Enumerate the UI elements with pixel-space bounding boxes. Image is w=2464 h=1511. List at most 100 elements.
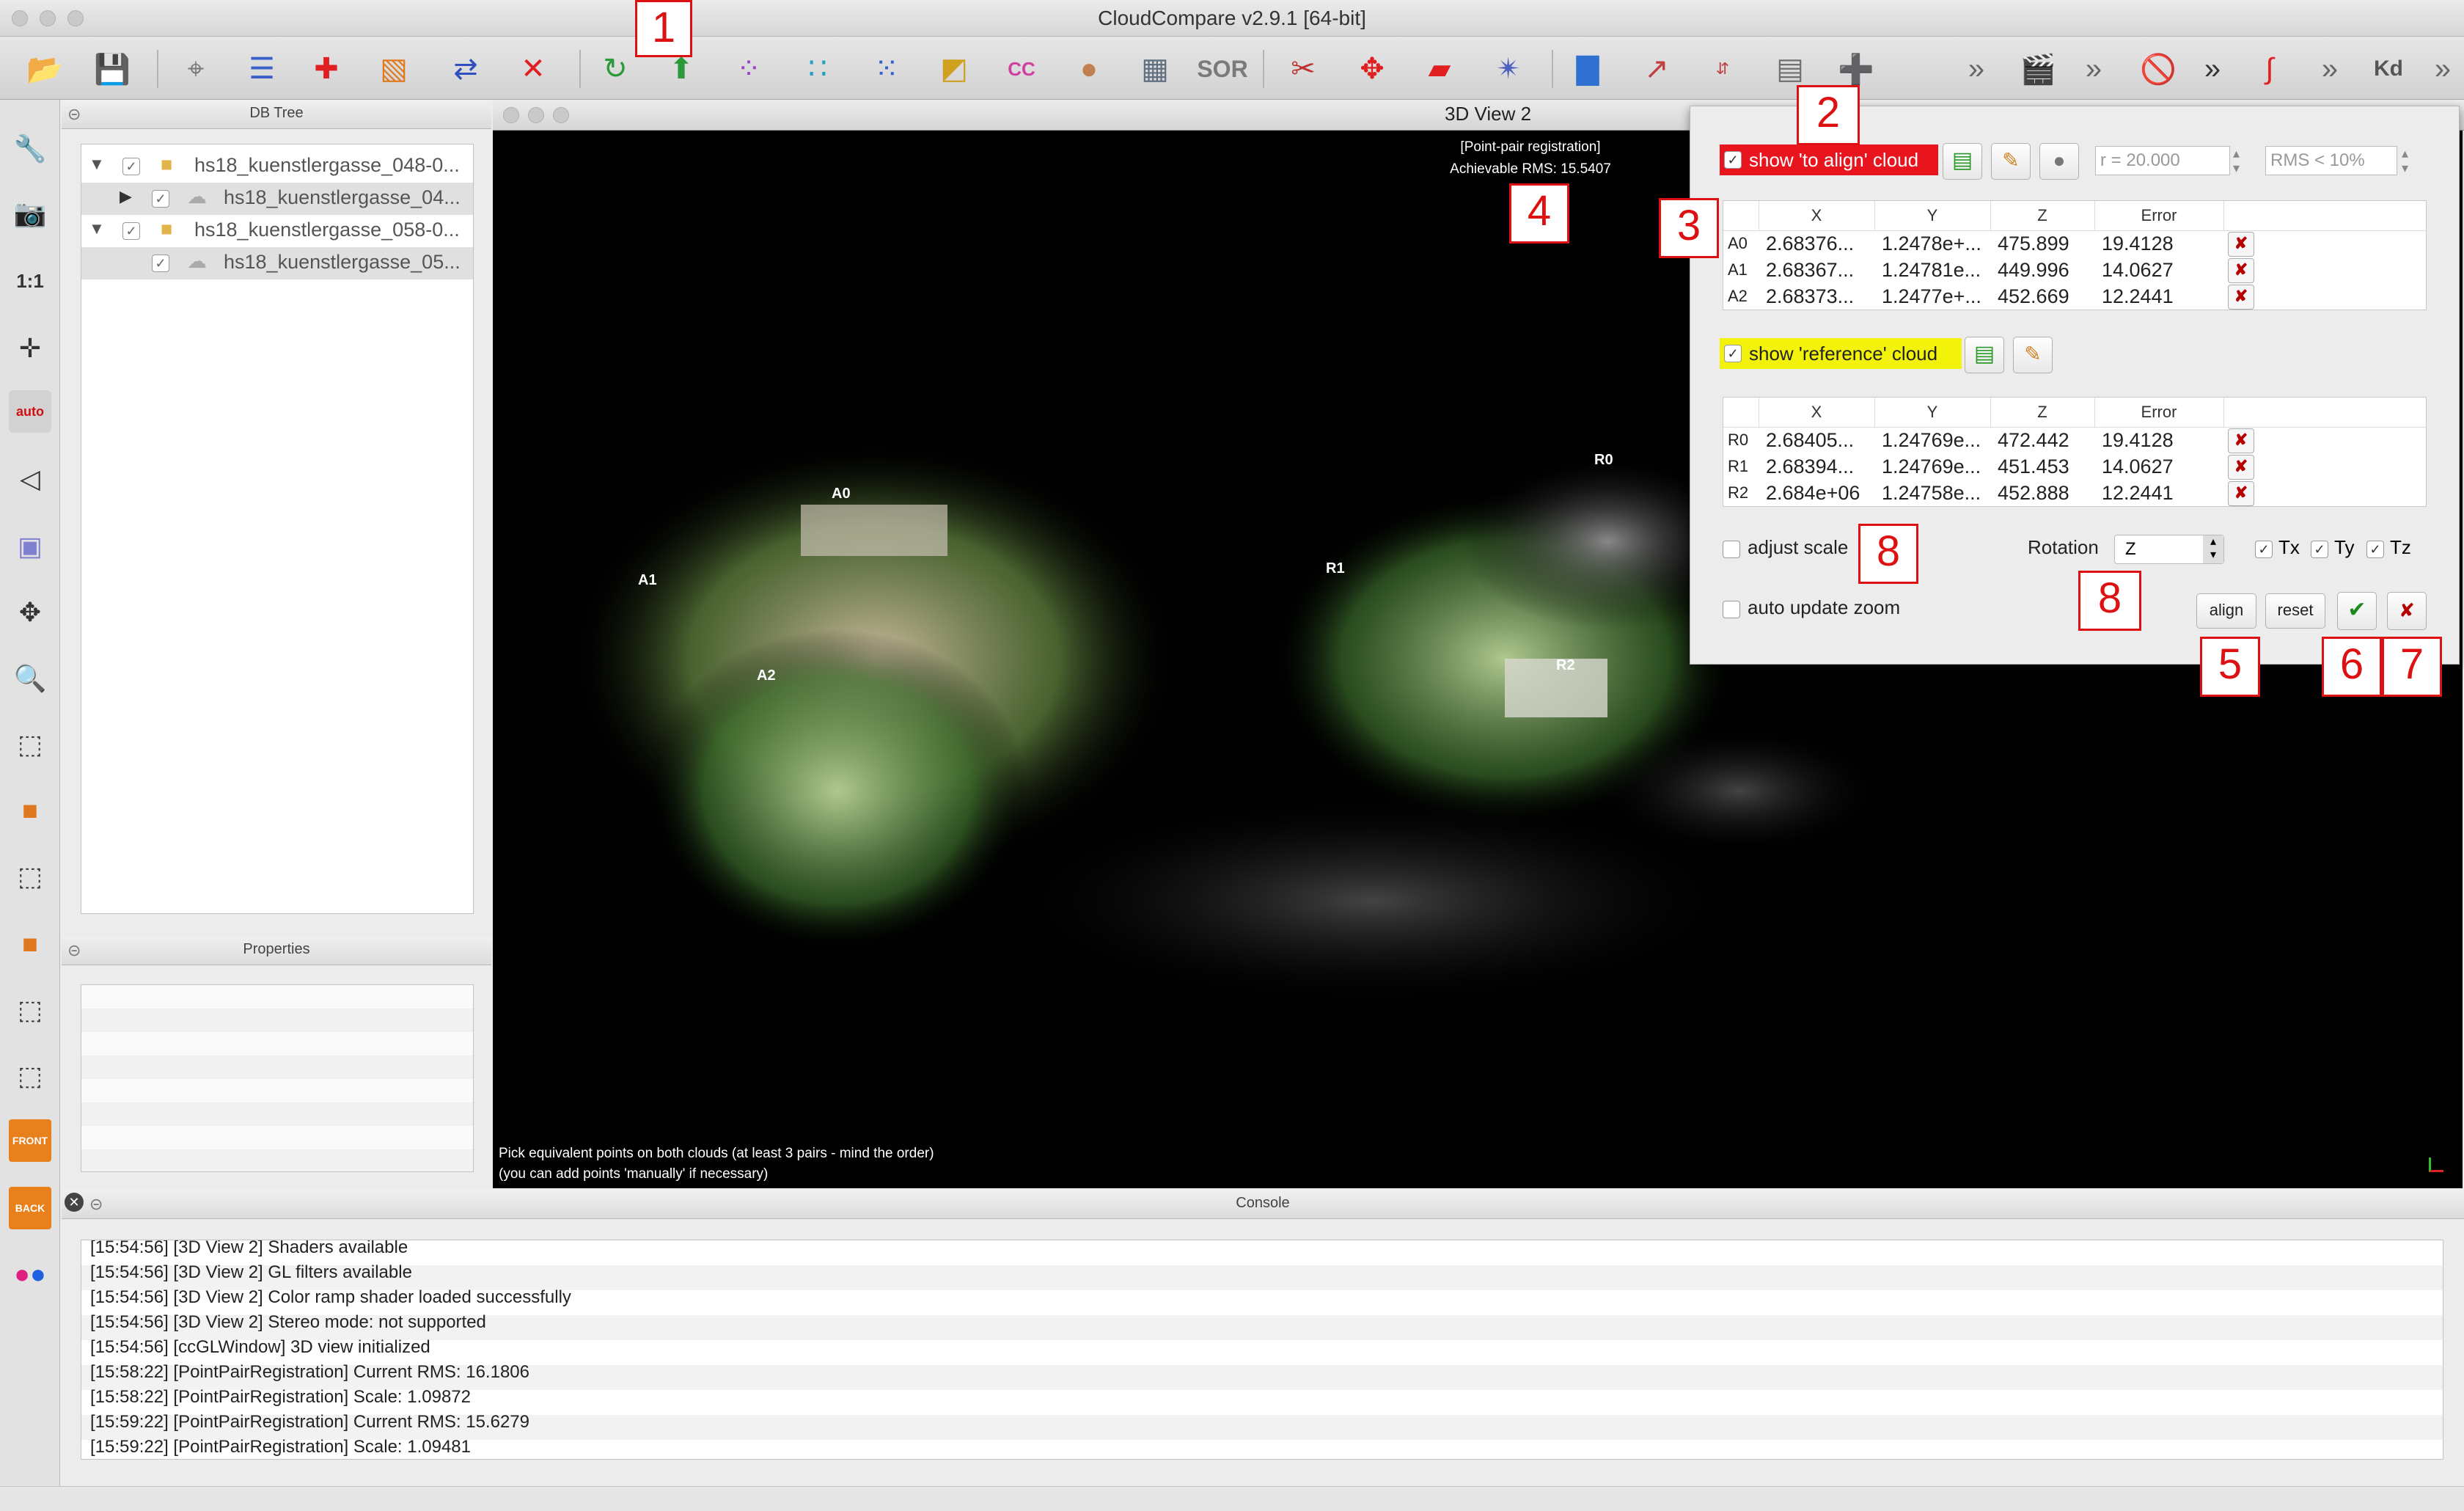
show-to-align-checkbox[interactable]: ✓ — [1724, 151, 1742, 169]
plot-icon[interactable]: ↗ — [1634, 48, 1679, 89]
tree-item[interactable]: ▶ ✓ ☁ hs18_kuenstlergasse_04... — [81, 183, 473, 215]
zoom-view-button[interactable] — [553, 107, 569, 123]
delete-point-button[interactable]: ✘ — [2228, 455, 2254, 480]
noise-icon[interactable]: ⁙ — [864, 48, 909, 89]
table-row[interactable]: A2 2.68373... 1.2477e+... 452.669 12.244… — [1723, 283, 2254, 310]
tree-item[interactable]: ▼ ✓ ■ hs18_kuenstlergasse_048-0... — [81, 150, 473, 183]
star-icon[interactable]: ✴ — [1486, 48, 1531, 89]
sor-icon[interactable]: SOR — [1197, 48, 1247, 89]
minmax-icon[interactable]: ⇵ — [1700, 48, 1745, 89]
align-button[interactable]: align — [2196, 593, 2256, 629]
pick-point-icon[interactable]: ⌖ — [173, 48, 219, 89]
bar-chart-icon[interactable]: ▇ — [1565, 48, 1610, 89]
merge-icon[interactable]: ⇄ — [443, 48, 488, 89]
tree-item[interactable]: ✓ ☁ hs18_kuenstlergasse_05... — [81, 247, 473, 279]
rms-spinner[interactable]: ▴ ▾ — [2402, 146, 2416, 175]
collapse-arrow-icon[interactable]: ▶ — [120, 187, 132, 206]
bottom-view-icon[interactable]: ⬚ — [9, 989, 51, 1031]
sample-icon[interactable]: ⁘ — [726, 48, 771, 89]
auto-pivot-icon[interactable]: auto — [9, 390, 51, 433]
curve-icon[interactable]: ∫ — [2247, 48, 2292, 89]
add-point-icon[interactable]: ✚ — [304, 48, 349, 89]
delete-point-button[interactable]: ✘ — [2228, 232, 2254, 257]
close-console-icon[interactable]: ✕ — [65, 1193, 84, 1212]
tx-checkbox[interactable]: ✓ — [2255, 541, 2273, 558]
table-row[interactable]: R2 2.684e+06 1.24758e... 452.888 12.2441… — [1723, 480, 2254, 506]
close-view-button[interactable] — [503, 107, 519, 123]
table-row[interactable]: A1 2.68367... 1.24781e... 449.996 14.062… — [1723, 257, 2254, 283]
back-view-icon[interactable]: ⬚ — [9, 1055, 51, 1097]
calculator-icon[interactable]: ▤ — [1767, 48, 1813, 89]
adjust-scale-checkbox[interactable] — [1723, 541, 1740, 558]
perspective-icon[interactable]: ◁ — [9, 458, 51, 500]
flickr-icon[interactable]: ● ● — [9, 1253, 51, 1295]
plus-icon[interactable]: ➕ — [1833, 48, 1879, 89]
marker-r1[interactable]: R1 — [1326, 560, 1345, 577]
to-align-color-button[interactable]: ▤ — [1943, 143, 1982, 180]
undock-icon[interactable]: ⊝ — [67, 937, 81, 964]
visibility-checkbox[interactable]: ✓ — [122, 158, 140, 175]
camera-icon[interactable]: 📷 — [9, 192, 51, 235]
expand-arrow-icon[interactable]: ▼ — [89, 219, 105, 238]
left-view-icon[interactable]: ⬚ — [9, 855, 51, 898]
zoom-icon[interactable]: 🔍 — [9, 657, 51, 700]
tree-item[interactable]: ▼ ✓ ■ hs18_kuenstlergasse_058-0... — [81, 215, 473, 247]
sphere-button[interactable]: ● — [2039, 143, 2079, 180]
checker-icon[interactable]: ▦ — [1132, 48, 1178, 89]
delete-point-button[interactable]: ✘ — [2228, 285, 2254, 310]
radius-spinner[interactable]: ▴ ▾ — [2233, 146, 2248, 175]
open-folder-icon[interactable]: 📂 — [22, 48, 67, 89]
front-cube-icon[interactable]: ■ — [9, 789, 51, 832]
light-icon[interactable]: ▣ — [9, 525, 51, 568]
back-iso-button[interactable]: BACK — [9, 1187, 51, 1229]
to-align-edit-button[interactable]: ✎ — [1991, 143, 2031, 180]
right-view-icon[interactable]: ■ — [9, 923, 51, 965]
delete-point-button[interactable]: ✘ — [2228, 481, 2254, 506]
minimize-view-button[interactable] — [528, 107, 544, 123]
delete-point-button[interactable]: ✘ — [2228, 258, 2254, 283]
subsample-icon[interactable]: ∷ — [795, 48, 840, 89]
translate-icon[interactable]: ✥ — [1349, 48, 1395, 89]
compare-cc-icon[interactable]: CC — [999, 48, 1044, 89]
reset-button[interactable]: reset — [2265, 593, 2325, 629]
cut-icon[interactable]: ✂ — [1280, 48, 1326, 89]
table-row[interactable]: R1 2.68394... 1.24769e... 451.453 14.062… — [1723, 453, 2254, 480]
tz-checkbox[interactable]: ✓ — [2366, 541, 2384, 558]
rotation-select[interactable]: Z ▴ ▾ — [2114, 535, 2224, 564]
auto-update-zoom-checkbox[interactable] — [1723, 601, 1740, 618]
kd-icon[interactable]: Kd — [2366, 48, 2411, 89]
more-icon[interactable]: » — [2190, 48, 2235, 89]
list-icon[interactable]: ☰ — [239, 48, 285, 89]
more-icon[interactable]: » — [2307, 48, 2353, 89]
show-reference-checkbox[interactable]: ✓ — [1724, 345, 1742, 362]
delete-point-button[interactable]: ✘ — [2228, 428, 2254, 453]
color-ramp-icon[interactable]: ▧ — [371, 48, 417, 89]
plane-icon[interactable]: ▰ — [1417, 48, 1462, 89]
expand-arrow-icon[interactable]: ▼ — [89, 155, 105, 174]
marker-a0[interactable]: A0 — [832, 486, 851, 502]
marker-a2[interactable]: A2 — [757, 667, 776, 684]
wrench-icon[interactable]: 🔧 — [9, 128, 51, 170]
smooth-icon[interactable]: ● — [1066, 48, 1112, 89]
save-icon[interactable]: 💾 — [89, 48, 135, 89]
reference-edit-button[interactable]: ✎ — [2013, 337, 2053, 373]
pan-icon[interactable]: ✥ — [9, 591, 51, 634]
visibility-checkbox[interactable]: ✓ — [152, 190, 169, 208]
table-row[interactable]: R0 2.68405... 1.24769e... 472.442 19.412… — [1723, 427, 2254, 453]
visibility-checkbox[interactable]: ✓ — [122, 222, 140, 240]
table-row[interactable]: A0 2.68376... 1.2478e+... 475.899 19.412… — [1723, 230, 2254, 257]
visibility-checkbox[interactable]: ✓ — [152, 255, 169, 272]
marker-r2[interactable]: R2 — [1556, 657, 1575, 674]
rms-threshold-input[interactable]: RMS < 10% — [2265, 146, 2397, 175]
radius-input[interactable]: r = 20.000 — [2095, 146, 2230, 175]
cancel-button[interactable]: ✘ — [2387, 592, 2427, 630]
more-icon[interactable]: » — [1954, 48, 1999, 89]
delete-icon[interactable]: ✕ — [510, 48, 556, 89]
more-icon[interactable]: » — [2071, 48, 2116, 89]
reference-color-button[interactable]: ▤ — [1965, 337, 2004, 373]
front-iso-button[interactable]: FRONT — [9, 1119, 51, 1162]
one-to-one-button[interactable]: 1:1 — [9, 260, 51, 302]
top-view-icon[interactable]: ⬚ — [9, 723, 51, 766]
histogram-icon[interactable]: ◩ — [931, 48, 977, 89]
stop-icon[interactable]: 🚫 — [2135, 48, 2181, 89]
